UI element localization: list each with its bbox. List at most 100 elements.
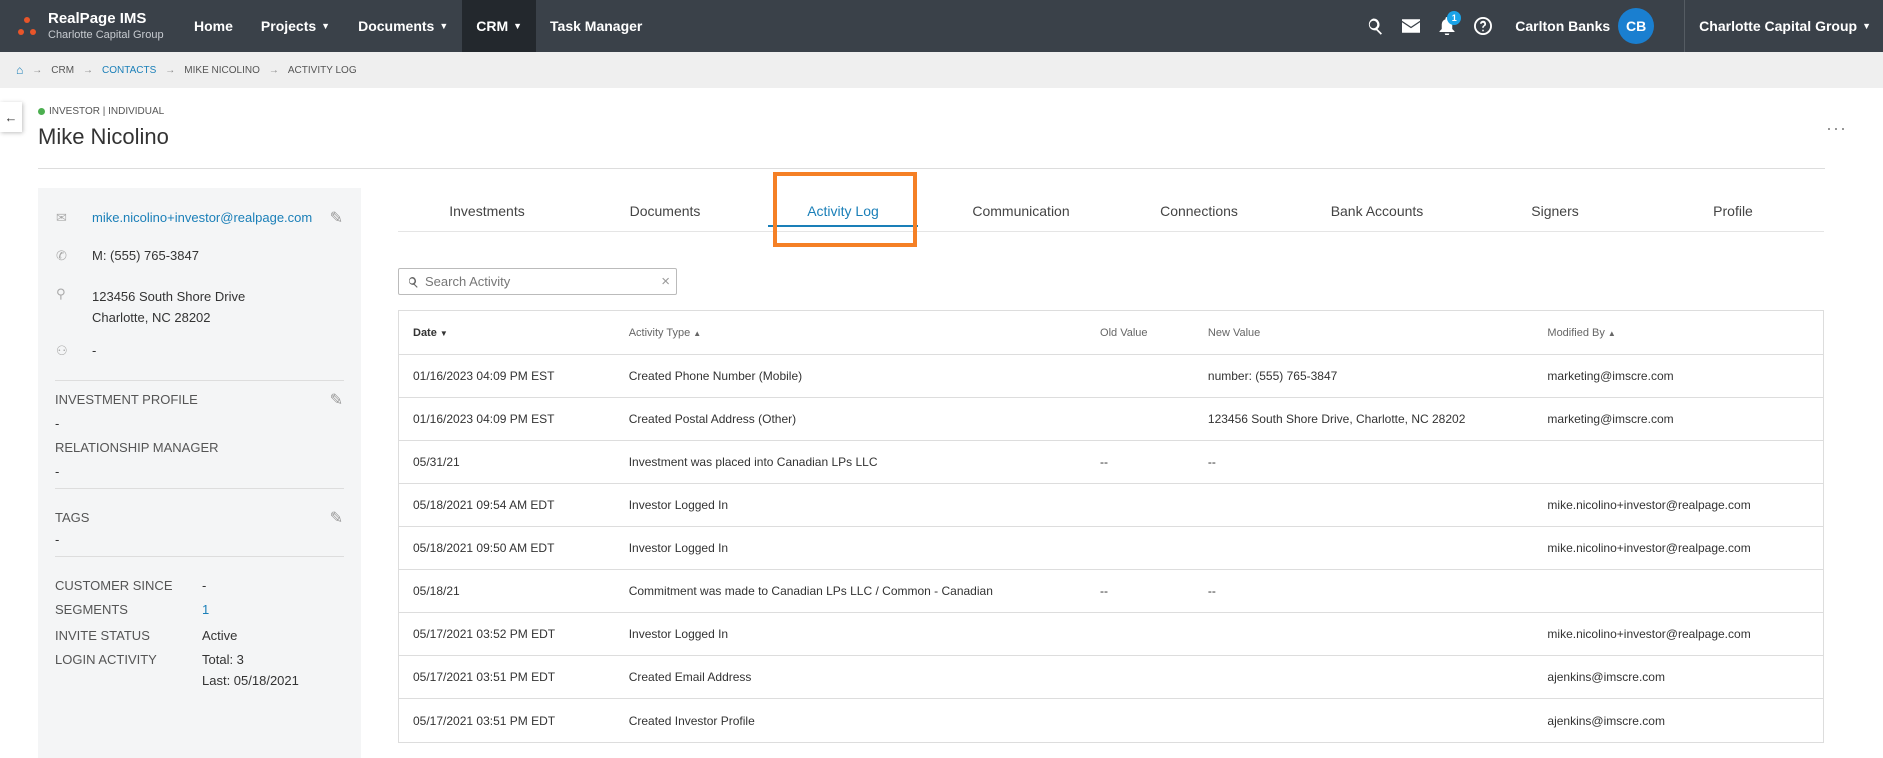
contact-email-link[interactable]: mike.nicolino+investor@realpage.com [92, 210, 312, 226]
customer-since-label: CUSTOMER SINCE [55, 578, 173, 593]
chevron-down-icon: ▼ [513, 21, 523, 31]
notification-badge: 1 [1447, 11, 1462, 25]
cell-date: 01/16/2023 04:09 PM EST [413, 369, 555, 383]
cell-date: 05/17/2021 03:51 PM EDT [413, 713, 556, 728]
edit-pencil-icon[interactable]: ✎ [330, 390, 343, 410]
location-pin-icon: ⚲ [56, 286, 66, 301]
customer-since-value: - [202, 578, 207, 593]
nav-task-manager[interactable]: Task Manager [536, 0, 656, 52]
home-icon[interactable]: ⌂ [16, 63, 23, 77]
column-header-date[interactable]: Date ▼ [399, 327, 615, 339]
organization-switcher[interactable]: Charlotte Capital Group ▼ [1684, 0, 1883, 52]
cell-activity-type: Investor Logged In [628, 627, 729, 641]
page-title: Mike Nicolino [38, 124, 169, 149]
investment-profile-value: - [55, 416, 60, 431]
contact-person-row: ⚇ - [56, 343, 96, 359]
cell-new-value: number: (555) 765-3847 [1207, 369, 1338, 383]
nav-documents[interactable]: Documents ▼ [344, 0, 462, 52]
brand-name: RealPage IMS [48, 10, 147, 27]
tab-bank-accounts[interactable]: Bank Accounts [1288, 190, 1466, 231]
table-row: 01/16/2023 04:09 PM EST Created Postal Ad… [399, 398, 1823, 441]
cell-activity-type: Commitment was made to Canadian LPs LLC … [628, 584, 993, 598]
table-row: 05/18/21 Commitment was made to Canadian … [399, 570, 1823, 613]
table-header-row: Date ▼ Activity Type ▲ Old Value New Value… [399, 311, 1823, 355]
table-row: 01/16/2023 04:09 PM EST Created Phone Num… [399, 355, 1823, 398]
tab-connections[interactable]: Connections [1110, 190, 1288, 231]
login-last: Last: 05/18/2021 [202, 673, 299, 688]
back-arrow-icon[interactable]: ← [0, 102, 22, 132]
tab-signers[interactable]: Signers [1466, 190, 1644, 231]
cell-modified-by: ajenkins@imscre.com [1547, 670, 1665, 684]
mail-icon[interactable] [1393, 0, 1429, 52]
table-row: 05/18/2021 09:54 AM EDT Investor Logged I… [399, 484, 1823, 527]
sort-desc-icon: ▼ [439, 328, 448, 338]
chevron-down-icon: ▼ [439, 21, 449, 31]
cell-date: 05/18/21 [413, 584, 460, 598]
email-row: ✉ mike.nicolino+investor@realpage.com [56, 210, 312, 226]
tab-documents[interactable]: Documents [576, 190, 754, 231]
relationship-manager-value: - [55, 464, 60, 479]
table-row: 05/17/2021 03:51 PM EDT Created Email Add… [399, 656, 1823, 699]
cell-new-value: 123456 South Shore Drive, Charlotte, NC … [1207, 412, 1466, 426]
edit-pencil-icon[interactable]: ✎ [330, 508, 343, 528]
contact-person-value: - [92, 343, 97, 358]
activity-search-box: × [398, 268, 677, 295]
breadcrumb-separator-icon: → [165, 64, 176, 76]
relationship-manager-label: RELATIONSHIP MANAGER [55, 440, 219, 455]
search-input[interactable] [425, 274, 645, 289]
app-logo[interactable]: RealPage IMS Charlotte Capital Group [0, 0, 180, 52]
contact-phone: M: (555) 765-3847 [92, 248, 199, 263]
phone-icon: ✆ [56, 248, 67, 263]
segments-link[interactable]: 1 [202, 602, 209, 617]
breadcrumb-separator-icon: → [83, 64, 94, 76]
address-line-1: 123456 South Shore Drive [92, 289, 246, 304]
active-tab-highlight-box [773, 172, 917, 247]
breadcrumb-crm[interactable]: CRM [51, 65, 74, 76]
user-name[interactable]: Carlton Banks [1515, 18, 1610, 34]
cell-date: 05/17/2021 03:52 PM EDT [413, 627, 556, 641]
table-row: 05/17/2021 03:52 PM EDT Investor Logged I… [399, 613, 1823, 656]
column-header-activity-type[interactable]: Activity Type ▲ [615, 327, 1086, 339]
main-panel: ← INVESTOR | INDIVIDUAL Mike Nicolino ··… [0, 88, 1883, 758]
tab-investments[interactable]: Investments [398, 190, 576, 231]
search-icon [408, 276, 418, 288]
tab-profile[interactable]: Profile [1644, 190, 1822, 231]
cell-modified-by: marketing@imscre.com [1547, 369, 1674, 383]
cell-modified-by: mike.nicolino+investor@realpage.com [1547, 498, 1751, 512]
tab-communication[interactable]: Communication [932, 190, 1110, 231]
status-dot-icon [38, 108, 45, 115]
nav-home[interactable]: Home [180, 0, 247, 52]
table-row: 05/17/2021 03:51 PM EDT Created Investor … [399, 699, 1823, 742]
invite-status-value: Active [202, 628, 238, 643]
tags-value: - [55, 532, 60, 547]
chevron-down-icon: ▼ [1862, 21, 1871, 31]
cell-date: 05/31/21 [413, 455, 460, 469]
column-header-modified-by[interactable]: Modified By ▲ [1533, 327, 1823, 339]
search-icon[interactable] [1357, 0, 1393, 52]
cell-activity-type: Investment was placed into Canadian LPs … [628, 455, 878, 469]
breadcrumb-contact-name: MIKE NICOLINO [184, 64, 260, 76]
edit-pencil-icon[interactable]: ✎ [330, 208, 343, 228]
clear-icon[interactable]: × [661, 273, 670, 290]
more-options-icon[interactable]: ··· [1826, 118, 1847, 139]
cell-date: 05/17/2021 03:51 PM EDT [413, 670, 556, 684]
user-avatar[interactable]: CB [1618, 8, 1655, 44]
nav-projects[interactable]: Projects ▼ [247, 0, 344, 52]
cell-date: 01/16/2023 04:09 PM EST [413, 412, 555, 426]
cell-activity-type: Created Investor Profile [628, 713, 755, 728]
sort-asc-icon: ▲ [1607, 328, 1616, 338]
sort-asc-icon: ▲ [693, 328, 702, 338]
breadcrumb-separator-icon: → [268, 64, 279, 76]
help-icon[interactable] [1465, 0, 1501, 52]
cell-new-value: -- [1207, 584, 1216, 598]
contact-type: INVESTOR | INDIVIDUAL [38, 106, 164, 117]
cell-date: 05/18/2021 09:50 AM EDT [413, 541, 555, 555]
bell-icon[interactable]: 1 [1429, 0, 1465, 52]
breadcrumb-contacts[interactable]: CONTACTS [102, 65, 156, 76]
login-total: Total: 3 [202, 652, 244, 667]
nav-crm[interactable]: CRM ▼ [462, 0, 537, 52]
contact-sidebar: ✉ mike.nicolino+investor@realpage.com ✎ … [38, 188, 361, 758]
column-header-new-value: New Value [1207, 326, 1261, 339]
cell-old-value: -- [1100, 455, 1109, 469]
user-group-icon: ⚇ [56, 343, 68, 358]
